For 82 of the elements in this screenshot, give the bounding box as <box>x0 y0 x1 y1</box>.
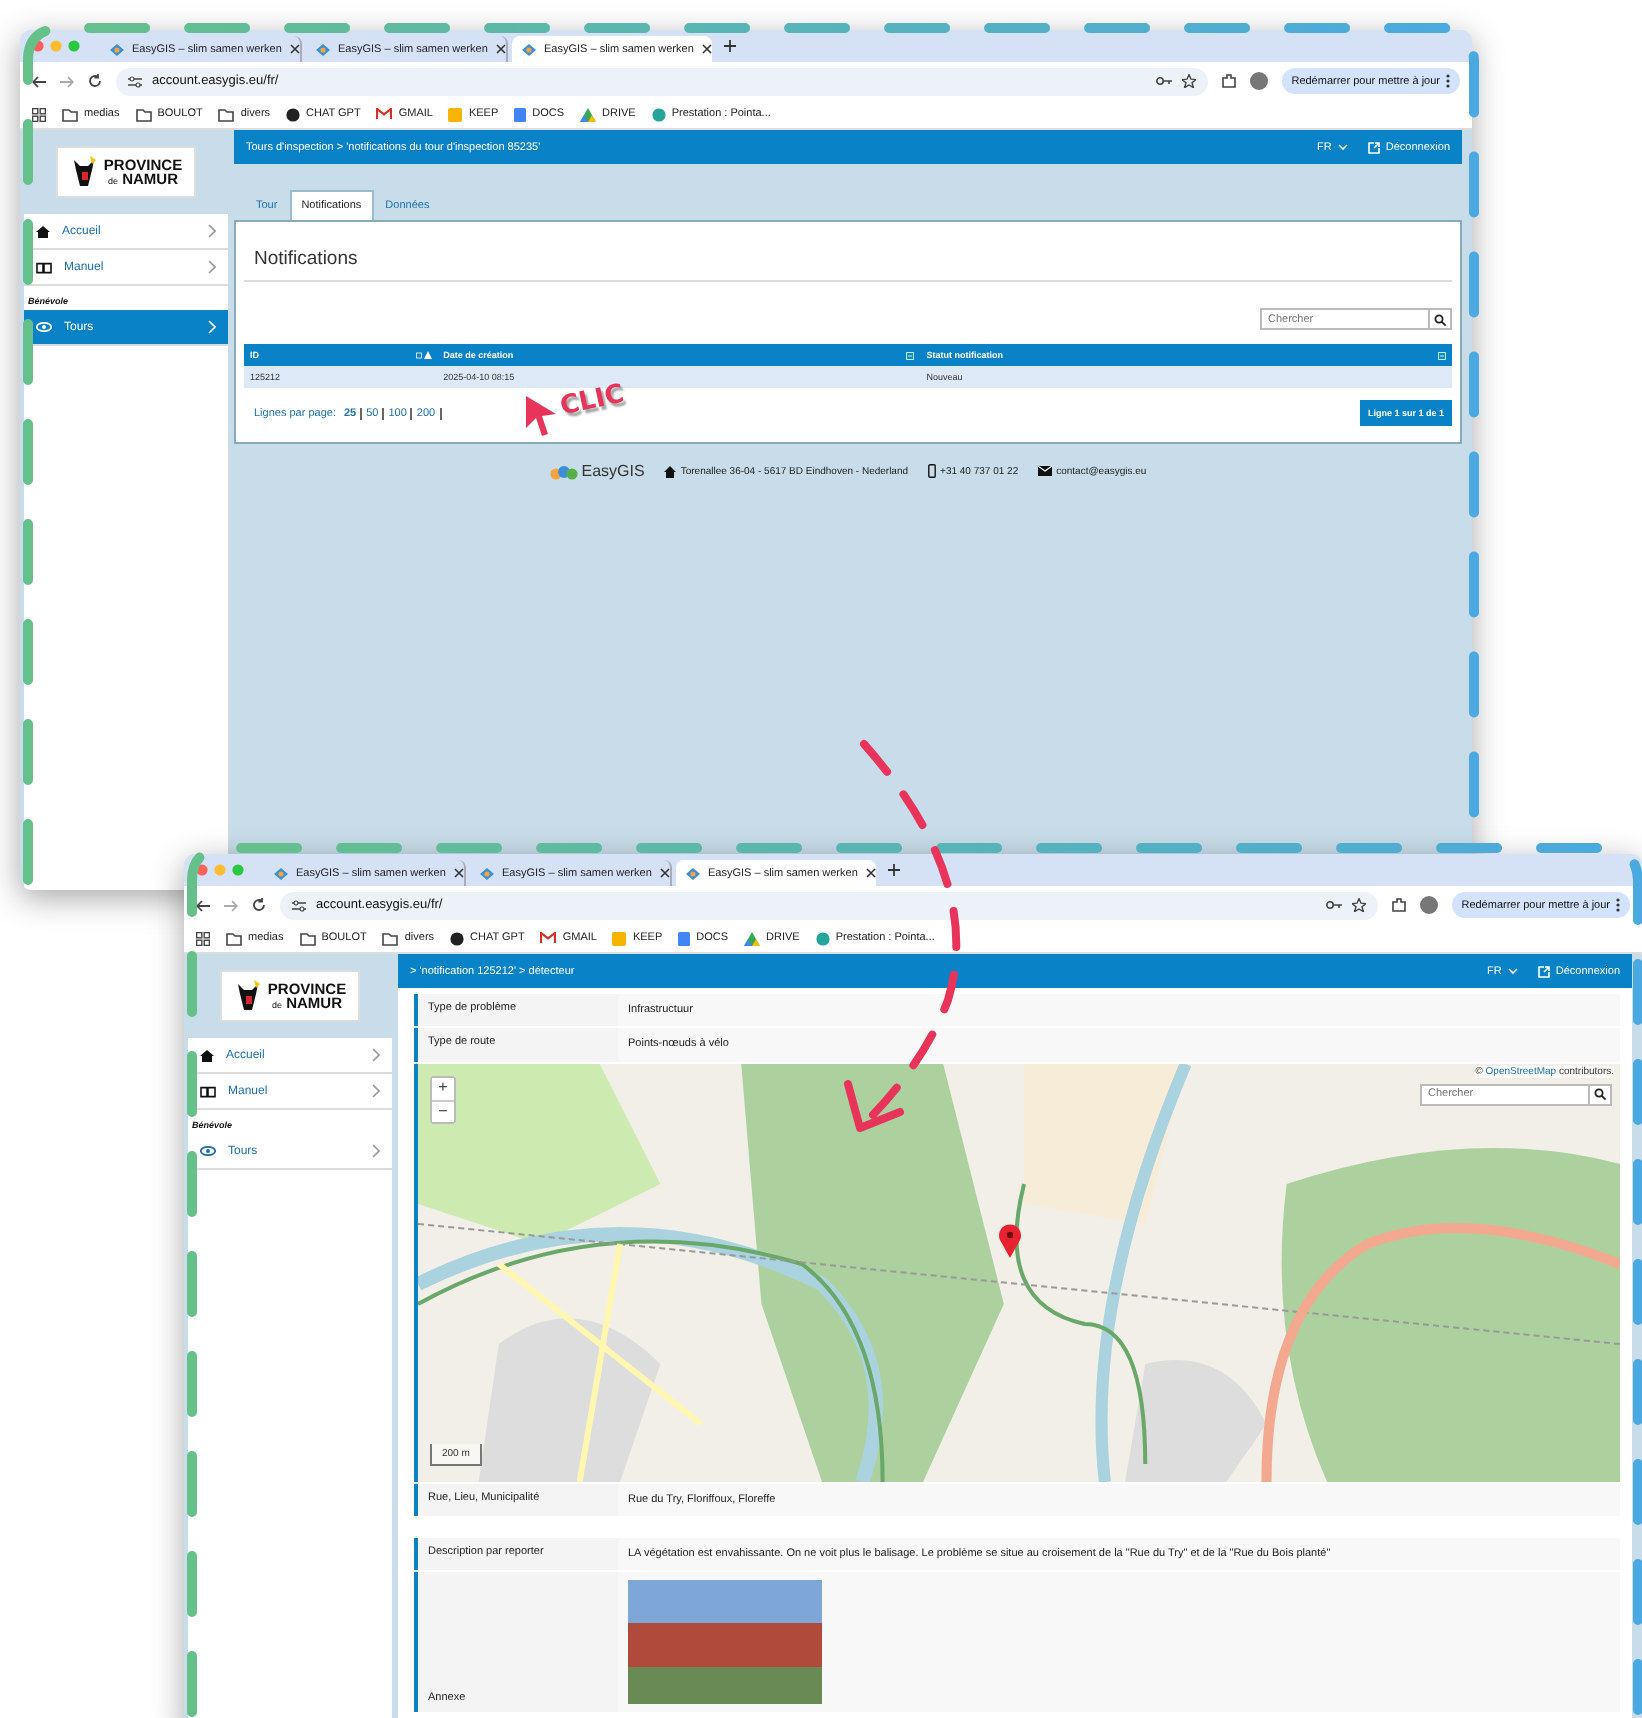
close-icon[interactable] <box>289 44 300 54</box>
circle-icon <box>651 107 666 121</box>
close-icon[interactable] <box>453 868 464 878</box>
folder-icon <box>135 107 152 121</box>
map-pin-icon[interactable] <box>998 1223 1022 1257</box>
search-button[interactable] <box>1430 308 1452 330</box>
chevron-right-icon <box>208 320 216 334</box>
key-icon[interactable] <box>1325 900 1342 910</box>
reload-icon[interactable] <box>252 898 266 912</box>
zoom-out-button[interactable]: − <box>432 1099 454 1121</box>
eye-icon <box>36 322 52 332</box>
profile-avatar[interactable] <box>1249 72 1268 90</box>
site-settings-icon[interactable] <box>128 75 142 87</box>
folder-icon <box>62 107 78 121</box>
chevron-right-icon <box>372 1084 380 1098</box>
bull-head-icon <box>69 156 98 188</box>
book-icon <box>200 1085 216 1097</box>
logo-icon <box>686 867 700 879</box>
phone-icon <box>928 464 937 478</box>
circle-icon <box>815 931 830 945</box>
cursor-icon <box>524 394 560 438</box>
brand-name: EasyGIS <box>581 462 645 480</box>
key-icon[interactable] <box>1155 76 1172 86</box>
logo-icon <box>549 463 578 479</box>
chat-icon <box>450 931 465 945</box>
triangle-icon <box>744 931 761 945</box>
reload-icon[interactable] <box>88 74 102 88</box>
profile-avatar[interactable] <box>1419 896 1438 914</box>
eye-icon <box>200 1146 216 1156</box>
book-icon <box>36 261 52 273</box>
note-icon <box>612 931 627 945</box>
logo-icon <box>480 867 494 879</box>
close-icon[interactable] <box>701 44 712 54</box>
back-icon[interactable] <box>32 75 46 87</box>
logo-icon <box>522 43 536 55</box>
document-icon <box>678 931 691 945</box>
bull-head-icon <box>233 980 262 1012</box>
mail-icon <box>1038 466 1053 476</box>
add-tab-icon[interactable] <box>724 40 736 52</box>
close-icon[interactable] <box>865 868 876 878</box>
home-icon <box>664 465 677 477</box>
caret-icon <box>1337 144 1348 150</box>
annotation-text: CLIC <box>557 379 627 423</box>
folder-icon <box>382 931 399 945</box>
apps-grid-icon[interactable] <box>196 931 210 945</box>
star-icon[interactable] <box>1351 898 1366 912</box>
puzzle-icon[interactable] <box>1221 74 1236 88</box>
document-icon <box>514 107 527 121</box>
apps-grid-icon[interactable] <box>32 107 46 121</box>
folder-icon <box>218 107 235 121</box>
close-icon[interactable] <box>495 44 506 54</box>
chat-icon <box>286 107 301 121</box>
puzzle-icon[interactable] <box>1391 898 1406 912</box>
search-button[interactable] <box>1590 1083 1612 1105</box>
caret-icon <box>1507 968 1518 974</box>
window-controls-icon <box>196 864 244 876</box>
folder-icon <box>226 931 242 945</box>
search-icon <box>1434 313 1446 325</box>
folder-icon <box>299 931 316 945</box>
exit-icon <box>1367 141 1380 153</box>
chevron-right-icon <box>372 1144 380 1158</box>
chevron-right-icon <box>208 260 216 274</box>
mail-icon <box>376 108 393 120</box>
logo-icon <box>316 43 330 55</box>
star-icon[interactable] <box>1181 74 1196 88</box>
home-icon <box>36 225 50 237</box>
triangle-icon <box>580 107 597 121</box>
window-controls-icon <box>32 40 80 52</box>
note-icon <box>448 107 463 121</box>
chevron-right-icon <box>208 224 216 238</box>
search-icon <box>1594 1088 1606 1100</box>
panel-title: Notifications <box>244 222 1452 282</box>
mail-icon <box>540 932 557 944</box>
exit-icon <box>1537 965 1550 977</box>
logo-icon <box>110 43 124 55</box>
back-icon[interactable] <box>196 899 210 911</box>
close-icon[interactable] <box>659 868 670 878</box>
add-tab-icon[interactable] <box>888 864 900 876</box>
home-icon <box>200 1049 214 1061</box>
logo-icon <box>274 867 288 879</box>
site-settings-icon[interactable] <box>292 899 306 911</box>
chevron-right-icon <box>372 1048 380 1062</box>
